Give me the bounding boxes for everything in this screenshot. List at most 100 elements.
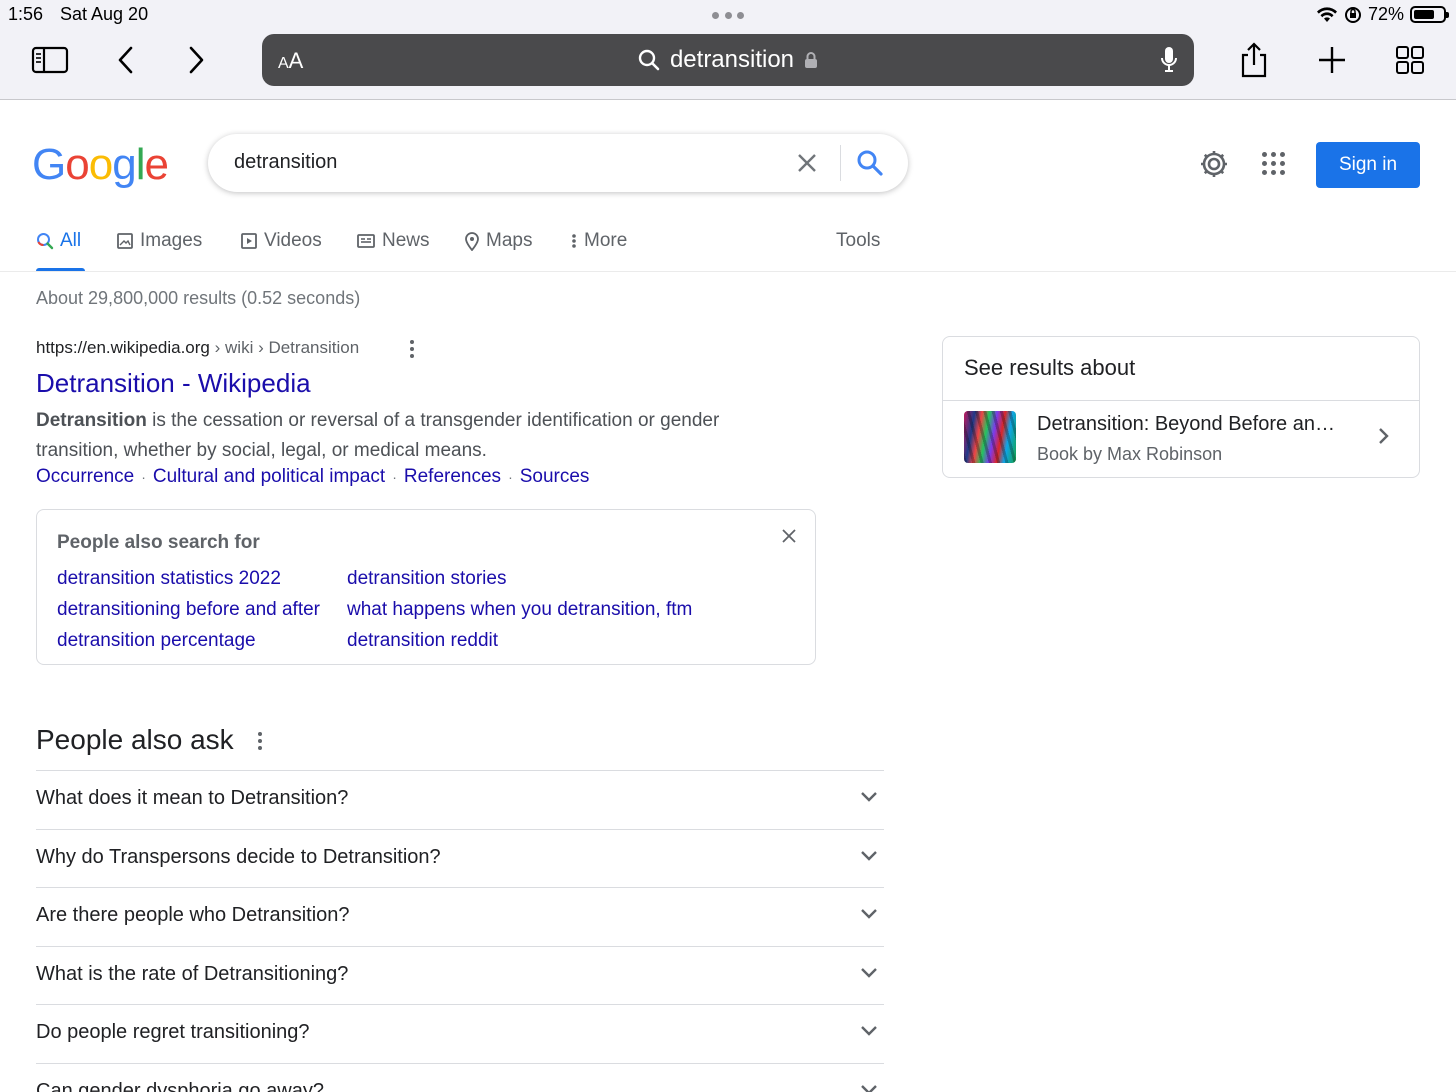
logo-letter: g [112, 140, 137, 189]
google-apps-icon[interactable] [1262, 152, 1285, 175]
sidebar-icon[interactable] [28, 38, 72, 82]
tab-maps[interactable]: Maps [464, 230, 532, 252]
paa-question-text: Do people regret transitioning? [36, 1021, 310, 1043]
paa-question[interactable]: What does it mean to Detransition? [36, 770, 884, 829]
back-icon[interactable] [104, 38, 148, 82]
paa-question[interactable]: Can gender dysphoria go away? [36, 1062, 884, 1092]
snippet-line-2: transition, whether by social, legal, or… [36, 440, 487, 461]
book-title-link[interactable]: Detransition: Beyond Before an… [1037, 413, 1335, 436]
search-input[interactable]: detransition [234, 151, 337, 174]
chevron-down-icon [861, 967, 877, 978]
people-also-search-box: People also search for detransition stat… [36, 509, 816, 665]
related-search-link[interactable]: detransitioning before and after [57, 599, 320, 621]
search-icon [638, 49, 660, 71]
battery-level [1414, 10, 1435, 19]
search-icon [37, 233, 54, 250]
sitelink-separator: · [508, 469, 513, 485]
paa-question[interactable]: Why do Transpersons decide to Detransiti… [36, 828, 884, 888]
people-also-ask-title: People also ask [36, 724, 234, 755]
paa-question[interactable]: Do people regret transitioning? [36, 1004, 884, 1063]
paa-question-text: What does it mean to Detransition? [36, 787, 349, 809]
sitelink-references[interactable]: References [404, 466, 501, 488]
related-search-link[interactable]: detransition stories [347, 568, 506, 590]
paa-question[interactable]: What is the rate of Detransitioning? [36, 945, 884, 1005]
chevron-down-icon [861, 850, 877, 861]
tab-label: Maps [486, 230, 533, 251]
clear-search-icon[interactable] [794, 150, 820, 181]
wifi-icon [1316, 6, 1337, 22]
result-url[interactable]: https://en.wikipedia.org › wiki › Detran… [36, 338, 359, 358]
tab-label: News [382, 230, 430, 251]
tab-videos[interactable]: Videos [240, 230, 322, 252]
book-subtitle: Book by Max Robinson [1037, 444, 1223, 464]
chevron-down-icon [861, 1084, 877, 1092]
active-tab-indicator [36, 268, 85, 271]
status-time: 1:56 [8, 4, 44, 24]
people-also-search-title: People also search for [57, 532, 260, 553]
tab-news[interactable]: News [356, 230, 430, 252]
tab-tools[interactable]: Tools [836, 230, 880, 252]
share-icon[interactable] [1232, 38, 1276, 82]
status-date: Sat Aug 20 [60, 4, 149, 24]
tab-label: Videos [264, 230, 322, 251]
snippet-line-1: is the cessation or reversal of a transg… [146, 410, 720, 431]
address-bar[interactable]: AA detransition [262, 34, 1194, 86]
paa-question-text: Can gender dysphoria go away? [36, 1079, 324, 1092]
multitasking-dots-icon[interactable] [712, 12, 744, 22]
tab-all[interactable]: All [36, 230, 81, 252]
address-text-group: detransition [262, 46, 1194, 74]
close-icon[interactable] [781, 528, 797, 549]
tab-more[interactable]: More [570, 230, 627, 252]
result-sitelinks: Occurrence · Cultural and political impac… [36, 466, 589, 488]
orientation-lock-icon [1344, 6, 1361, 23]
lock-icon [805, 52, 818, 68]
tab-images[interactable]: Images [116, 230, 202, 252]
chevron-right-icon[interactable] [1377, 427, 1389, 445]
related-search-link[interactable]: detransition reddit [347, 630, 498, 652]
forward-icon[interactable] [174, 38, 218, 82]
logo-letter: o [65, 140, 90, 189]
result-more-options-icon[interactable] [410, 340, 414, 358]
search-submit-icon[interactable] [856, 149, 884, 182]
more-vert-icon [572, 234, 576, 248]
video-icon [241, 233, 257, 249]
search-box[interactable]: detransition [208, 134, 908, 192]
related-search-link[interactable]: what happens when you detransition, ftm [347, 599, 692, 621]
search-tabs: All Images Videos News Maps More Tools [0, 222, 1456, 272]
paa-question-text: What is the rate of Detransitioning? [36, 962, 349, 985]
mic-icon[interactable] [1160, 46, 1178, 79]
result-title-link[interactable]: Detransition - Wikipedia [36, 368, 311, 399]
sitelink-occurrence[interactable]: Occurrence [36, 466, 134, 488]
logo-letter: e [144, 140, 169, 189]
sitelink-sources[interactable]: Sources [520, 466, 590, 488]
battery-percent: 72% [1367, 4, 1404, 24]
map-pin-icon [465, 232, 479, 251]
news-icon [357, 234, 375, 248]
see-results-about-panel: See results about Detransition: Beyond B… [942, 336, 1420, 478]
battery-icon [1410, 6, 1449, 23]
chevron-down-icon [861, 1026, 877, 1036]
safari-toolbar: 1:56 Sat Aug 20 72% AA detransition [0, 0, 1456, 100]
related-search-link[interactable]: detransition percentage [57, 630, 256, 652]
settings-gear-icon[interactable] [1198, 148, 1230, 185]
related-search-link[interactable]: detransition statistics 2022 [57, 568, 281, 590]
sitelink-cultural-political-impact[interactable]: Cultural and political impact [153, 466, 385, 488]
sign-in-button[interactable]: Sign in [1316, 142, 1420, 188]
people-also-ask-list: What does it mean to Detransition? Why d… [36, 770, 884, 1092]
paa-question[interactable]: Are there people who Detransition? [36, 887, 884, 946]
tab-label: Images [140, 230, 203, 251]
google-logo[interactable]: Google [32, 140, 169, 190]
search-divider [840, 145, 841, 181]
book-cover-thumbnail[interactable] [964, 411, 1016, 463]
sitelink-separator: · [141, 469, 146, 485]
logo-letter: G [32, 140, 66, 189]
sitelink-separator: · [392, 469, 397, 485]
tabs-overview-icon[interactable] [1388, 38, 1432, 82]
result-url-host: https://en.wikipedia.org [36, 338, 210, 357]
snippet-bold: Detransition [36, 410, 147, 431]
paa-more-options-icon[interactable] [258, 732, 262, 750]
address-text: detransition [669, 46, 795, 73]
logo-letter: o [88, 140, 114, 189]
new-tab-icon[interactable] [1310, 38, 1354, 82]
status-indicators: 72% [1316, 4, 1449, 25]
